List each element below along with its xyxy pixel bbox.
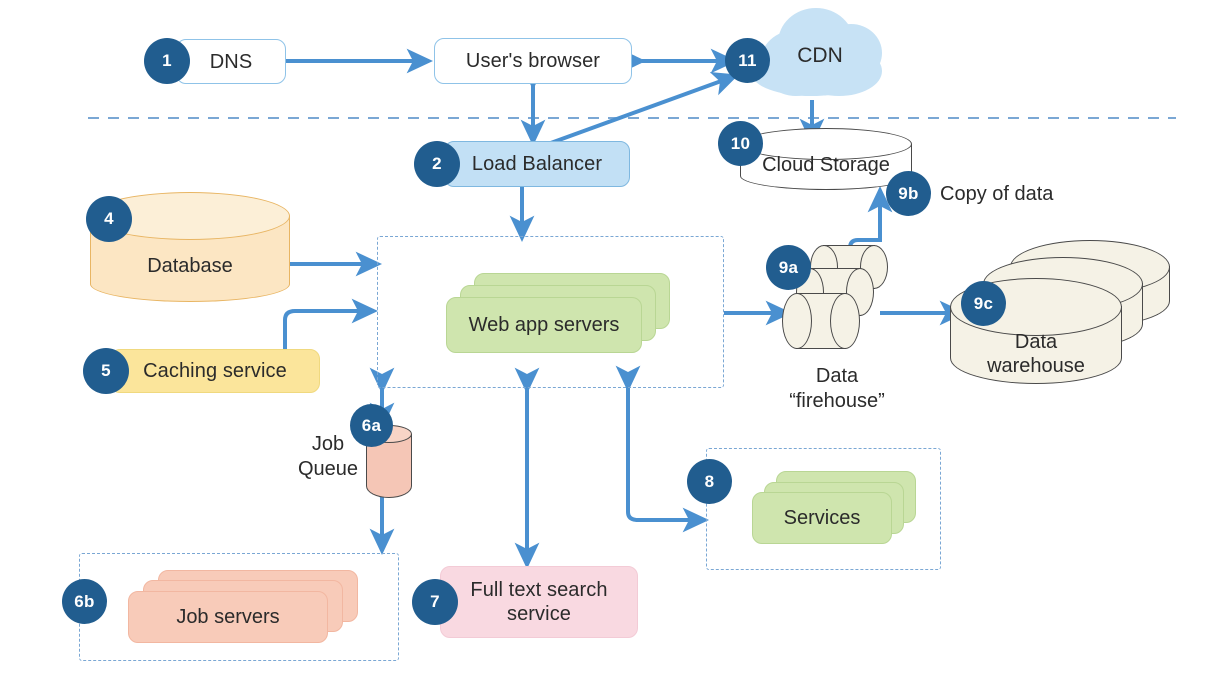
node-cloud-storage-label: Cloud Storage	[762, 154, 890, 176]
node-load-balancer-label: Load Balancer	[471, 153, 603, 175]
cylinder-cap	[830, 293, 860, 349]
badge-database: 4	[86, 196, 132, 242]
node-job-servers[interactable]: Job servers	[128, 570, 360, 643]
node-load-balancer[interactable]: Load Balancer	[444, 141, 630, 187]
badge-caching-service: 5	[83, 348, 129, 394]
label-copy-of-data: Copy of data	[940, 183, 1054, 205]
node-web-app-servers-label: Web app servers	[468, 313, 620, 336]
badge-load-balancer: 2	[414, 141, 460, 187]
node-job-servers-label: Job servers	[176, 605, 280, 628]
badge-job-servers: 6b	[62, 579, 107, 624]
architecture-diagram: DNS 1 User's browser CDN 11 Load Balance…	[0, 0, 1212, 676]
badge-full-text-search: 7	[412, 579, 458, 625]
node-caching-label: Caching service	[143, 360, 287, 382]
node-cloud-storage[interactable]: Cloud Storage	[740, 128, 912, 190]
node-caching-service[interactable]: Caching service	[110, 349, 320, 393]
badge-services: 8	[687, 459, 732, 504]
badge-cdn: 11	[725, 38, 770, 83]
node-browser-label: User's browser	[465, 50, 601, 72]
node-services-label: Services	[783, 506, 861, 529]
badge-cloud-storage: 10	[718, 121, 763, 166]
badge-data-firehouse: 9a	[766, 245, 811, 290]
badge-dns: 1	[144, 38, 190, 84]
node-dns-label: DNS	[209, 50, 253, 73]
badge-job-queue: 6a	[350, 404, 393, 447]
firehose-cylinder	[782, 293, 860, 349]
badge-data-warehouse: 9c	[961, 281, 1006, 326]
node-full-text-search[interactable]: Full text search service	[440, 566, 638, 638]
node-services[interactable]: Services	[752, 471, 917, 544]
node-users-browser[interactable]: User's browser	[434, 38, 632, 84]
badge-copy-of-data: 9b	[886, 171, 931, 216]
node-search-label: Full text search service	[470, 579, 608, 625]
label-data-firehouse: Data “firehouse”	[789, 365, 885, 412]
node-dns[interactable]: DNS	[176, 39, 286, 84]
node-data-warehouse-label: Data warehouse	[987, 331, 1085, 377]
cylinder-cap	[782, 293, 812, 349]
node-database-label: Database	[147, 255, 233, 277]
node-web-app-servers[interactable]: Web app servers	[446, 273, 672, 353]
